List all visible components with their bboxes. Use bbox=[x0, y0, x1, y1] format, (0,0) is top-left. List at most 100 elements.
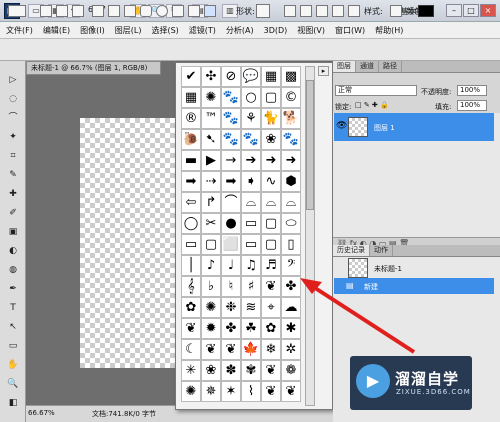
rectangle-tool-icon[interactable] bbox=[124, 5, 136, 17]
shape-cell[interactable]: ✱ bbox=[281, 318, 301, 339]
shape-cell[interactable]: ✲ bbox=[281, 339, 301, 360]
shape-cell[interactable]: ▢ bbox=[261, 234, 281, 255]
menu-analysis[interactable]: 分析(A) bbox=[226, 25, 254, 36]
shape-cell[interactable]: ☘ bbox=[241, 318, 261, 339]
shape-cell[interactable]: ⌓ bbox=[281, 192, 301, 213]
shape-cell[interactable]: ▢ bbox=[261, 87, 281, 108]
tool-5-icon[interactable]: ✎ bbox=[7, 170, 19, 181]
shape-cell[interactable]: ❀ bbox=[261, 129, 281, 150]
shape-cell[interactable]: ▦ bbox=[181, 87, 201, 108]
shape-cell[interactable]: ❦ bbox=[261, 276, 281, 297]
tool-1-icon[interactable]: ◌ bbox=[7, 94, 19, 105]
close-button[interactable]: × bbox=[480, 4, 496, 17]
tool-10-icon[interactable]: ◍ bbox=[7, 265, 19, 276]
shape-cell[interactable]: ❀ bbox=[201, 360, 221, 381]
shape-cell[interactable]: ⊘ bbox=[221, 66, 241, 87]
new-shape-layer-icon[interactable] bbox=[284, 5, 296, 17]
shape-cell[interactable]: ☁ bbox=[281, 297, 301, 318]
history-state-row[interactable]: ▤ 新建 bbox=[334, 278, 494, 294]
shape-picker-button[interactable] bbox=[256, 4, 270, 18]
fill-input[interactable]: 100% bbox=[457, 100, 487, 111]
shape-cell[interactable]: ▦ bbox=[261, 66, 281, 87]
shape-cell[interactable]: ❄ bbox=[261, 339, 281, 360]
intersect-shape-icon[interactable] bbox=[332, 5, 344, 17]
subtract-shape-icon[interactable] bbox=[316, 5, 328, 17]
scrollbar-thumb[interactable] bbox=[306, 80, 314, 210]
canvas[interactable] bbox=[80, 118, 176, 368]
visibility-eye-icon[interactable]: 👁 bbox=[336, 121, 347, 131]
menu-view[interactable]: 视图(V) bbox=[297, 25, 325, 36]
tool-12-icon[interactable]: T bbox=[7, 303, 19, 314]
tool-8-icon[interactable]: ▣ bbox=[7, 227, 19, 238]
shape-cell[interactable]: ♩ bbox=[221, 255, 241, 276]
shape-cell[interactable]: ♮ bbox=[221, 276, 241, 297]
tool-7-icon[interactable]: ✐ bbox=[7, 208, 19, 219]
shape-cell[interactable]: 🐌 bbox=[181, 129, 201, 150]
shape-cell[interactable]: ⌓ bbox=[261, 192, 281, 213]
shape-cell[interactable]: ✶ bbox=[221, 381, 241, 402]
panel-menu-icon[interactable]: ▸ bbox=[318, 66, 329, 76]
shape-cell[interactable]: 🐕 bbox=[281, 108, 301, 129]
shape-cell[interactable]: ⬢ bbox=[281, 171, 301, 192]
style-picker[interactable] bbox=[390, 5, 402, 17]
shape-cell[interactable]: ⬜ bbox=[221, 234, 241, 255]
blend-mode-select[interactable]: 正常 bbox=[335, 85, 417, 96]
shape-cell[interactable]: ❉ bbox=[221, 297, 241, 318]
shape-cell[interactable]: ♬ bbox=[261, 255, 281, 276]
history-snapshot-row[interactable]: 未标题-1 bbox=[334, 258, 494, 278]
rounded-rectangle-tool-icon[interactable] bbox=[140, 5, 152, 17]
polygon-tool-icon[interactable] bbox=[172, 5, 184, 17]
shape-cell[interactable]: ♭ bbox=[201, 276, 221, 297]
shape-cell[interactable]: ▭ bbox=[241, 234, 261, 255]
shape-cell[interactable]: ✵ bbox=[201, 381, 221, 402]
tool-14-icon[interactable]: ▭ bbox=[7, 341, 19, 352]
tool-11-icon[interactable]: ✒ bbox=[7, 284, 19, 295]
shape-cell[interactable]: ✣ bbox=[201, 66, 221, 87]
pen-tool-icon[interactable] bbox=[92, 5, 104, 17]
shape-cell[interactable]: ✂ bbox=[201, 213, 221, 234]
shape-cell[interactable]: ➷ bbox=[201, 129, 221, 150]
shape-cell[interactable]: 🐾 bbox=[221, 87, 241, 108]
shape-cell[interactable]: ♪ bbox=[201, 255, 221, 276]
shape-cell[interactable]: ✳ bbox=[181, 360, 201, 381]
tab-layers[interactable]: 图层 bbox=[333, 61, 356, 72]
tool-16-icon[interactable]: 🔍 bbox=[7, 379, 19, 390]
tool-17-icon[interactable]: ◧ bbox=[7, 398, 19, 409]
shape-cell[interactable]: ♯ bbox=[241, 276, 261, 297]
shape-cell[interactable]: ® bbox=[181, 108, 201, 129]
shape-cell[interactable]: 𝄞 bbox=[181, 276, 201, 297]
shape-cell[interactable]: ☾ bbox=[181, 339, 201, 360]
shape-cell[interactable]: ⇢ bbox=[201, 171, 221, 192]
layer-row[interactable]: 👁 图层 1 bbox=[334, 113, 494, 141]
tab-paths[interactable]: 路径 bbox=[379, 61, 402, 72]
menu-window[interactable]: 窗口(W) bbox=[335, 25, 365, 36]
link-icon[interactable] bbox=[348, 5, 360, 17]
minimize-button[interactable]: – bbox=[446, 4, 462, 17]
shape-cell[interactable]: ❦ bbox=[261, 360, 281, 381]
shape-cell[interactable]: ➜ bbox=[281, 150, 301, 171]
shape-cell[interactable]: ✾ bbox=[241, 360, 261, 381]
shape-cell[interactable]: ▢ bbox=[261, 213, 281, 234]
shape-cell[interactable]: ✺ bbox=[201, 87, 221, 108]
shape-cell[interactable]: ➧ bbox=[241, 171, 261, 192]
tool-13-icon[interactable]: ↖ bbox=[7, 322, 19, 333]
shape-cell[interactable]: ™ bbox=[201, 108, 221, 129]
shape-cell[interactable]: ▭ bbox=[181, 234, 201, 255]
shape-cell[interactable]: ▯ bbox=[281, 234, 301, 255]
menu-image[interactable]: 图像(I) bbox=[80, 25, 105, 36]
tool-4-icon[interactable]: ⌗ bbox=[7, 151, 19, 162]
tab-history[interactable]: 历史记录 bbox=[333, 245, 370, 256]
shape-cell[interactable]: ❦ bbox=[261, 381, 281, 402]
shape-cell[interactable]: ✺ bbox=[181, 381, 201, 402]
tool-2-icon[interactable]: ⌒ bbox=[7, 113, 19, 124]
shape-cell[interactable]: ♫ bbox=[241, 255, 261, 276]
layer-name[interactable]: 图层 1 bbox=[374, 123, 395, 133]
document-tab[interactable]: 未标题-1 @ 66.7% (图层 1, RGB/8) bbox=[26, 61, 161, 75]
shape-cell[interactable]: ✤ bbox=[281, 276, 301, 297]
shape-cell[interactable]: ✤ bbox=[221, 318, 241, 339]
shape-cell[interactable]: 🐾 bbox=[281, 129, 301, 150]
shape-cell[interactable]: ✽ bbox=[221, 360, 241, 381]
shape-cell[interactable]: ⚘ bbox=[241, 108, 261, 129]
shape-cell[interactable]: ▶ bbox=[201, 150, 221, 171]
shape-cell[interactable]: 𝄢 bbox=[281, 255, 301, 276]
